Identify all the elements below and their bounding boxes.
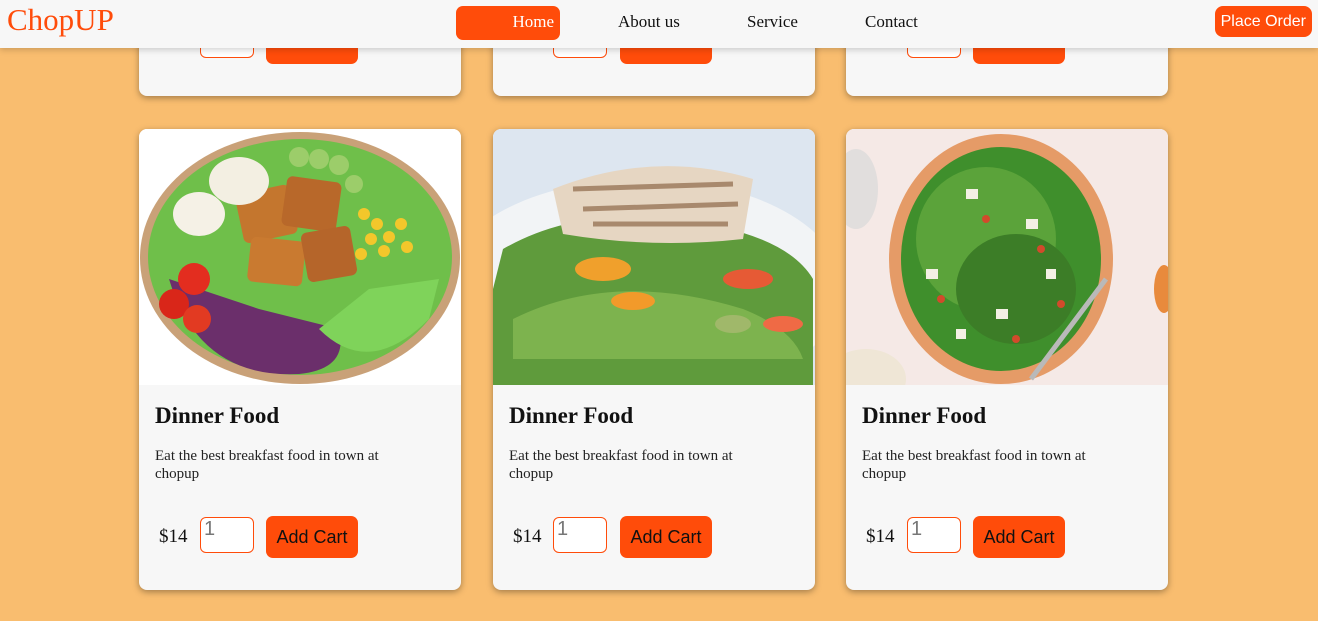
quantity-input[interactable]: 1	[553, 517, 607, 553]
place-order-button[interactable]: Place Order	[1214, 6, 1312, 37]
food-description: Eat the best breakfast food in town at c…	[155, 448, 379, 482]
food-price: $14	[866, 526, 895, 547]
nav-about[interactable]: About us	[618, 6, 680, 40]
brand-logo[interactable]: ChopUP	[7, 2, 114, 38]
quantity-input[interactable]: 1	[907, 517, 961, 553]
navbar: ChopUP Home About us Service Contact Pla…	[0, 0, 1318, 48]
food-price: $14	[513, 526, 542, 547]
food-title: Dinner Food	[509, 403, 634, 428]
add-cart-button[interactable]: Add Cart	[266, 516, 358, 558]
food-price: $14	[159, 526, 188, 547]
food-image-salad-bowl	[846, 129, 1168, 385]
food-image-bowl	[139, 129, 461, 385]
nav-home[interactable]: Home	[456, 6, 560, 40]
food-card: Dinner Food Eat the best breakfast food …	[139, 129, 461, 590]
food-description: Eat the best breakfast food in town at c…	[862, 448, 1086, 482]
nav-contact[interactable]: Contact	[865, 6, 918, 40]
food-image-salad-plate	[493, 129, 815, 385]
quantity-input[interactable]: 1	[200, 517, 254, 553]
add-cart-button[interactable]: Add Cart	[620, 516, 712, 558]
food-card: Dinner Food Eat the best breakfast food …	[846, 129, 1168, 590]
food-title: Dinner Food	[155, 403, 280, 428]
food-title: Dinner Food	[862, 403, 987, 428]
food-description: Eat the best breakfast food in town at c…	[509, 448, 733, 482]
nav-service[interactable]: Service	[747, 6, 798, 40]
food-card: Dinner Food Eat the best breakfast food …	[493, 129, 815, 590]
add-cart-button[interactable]: Add Cart	[973, 516, 1065, 558]
